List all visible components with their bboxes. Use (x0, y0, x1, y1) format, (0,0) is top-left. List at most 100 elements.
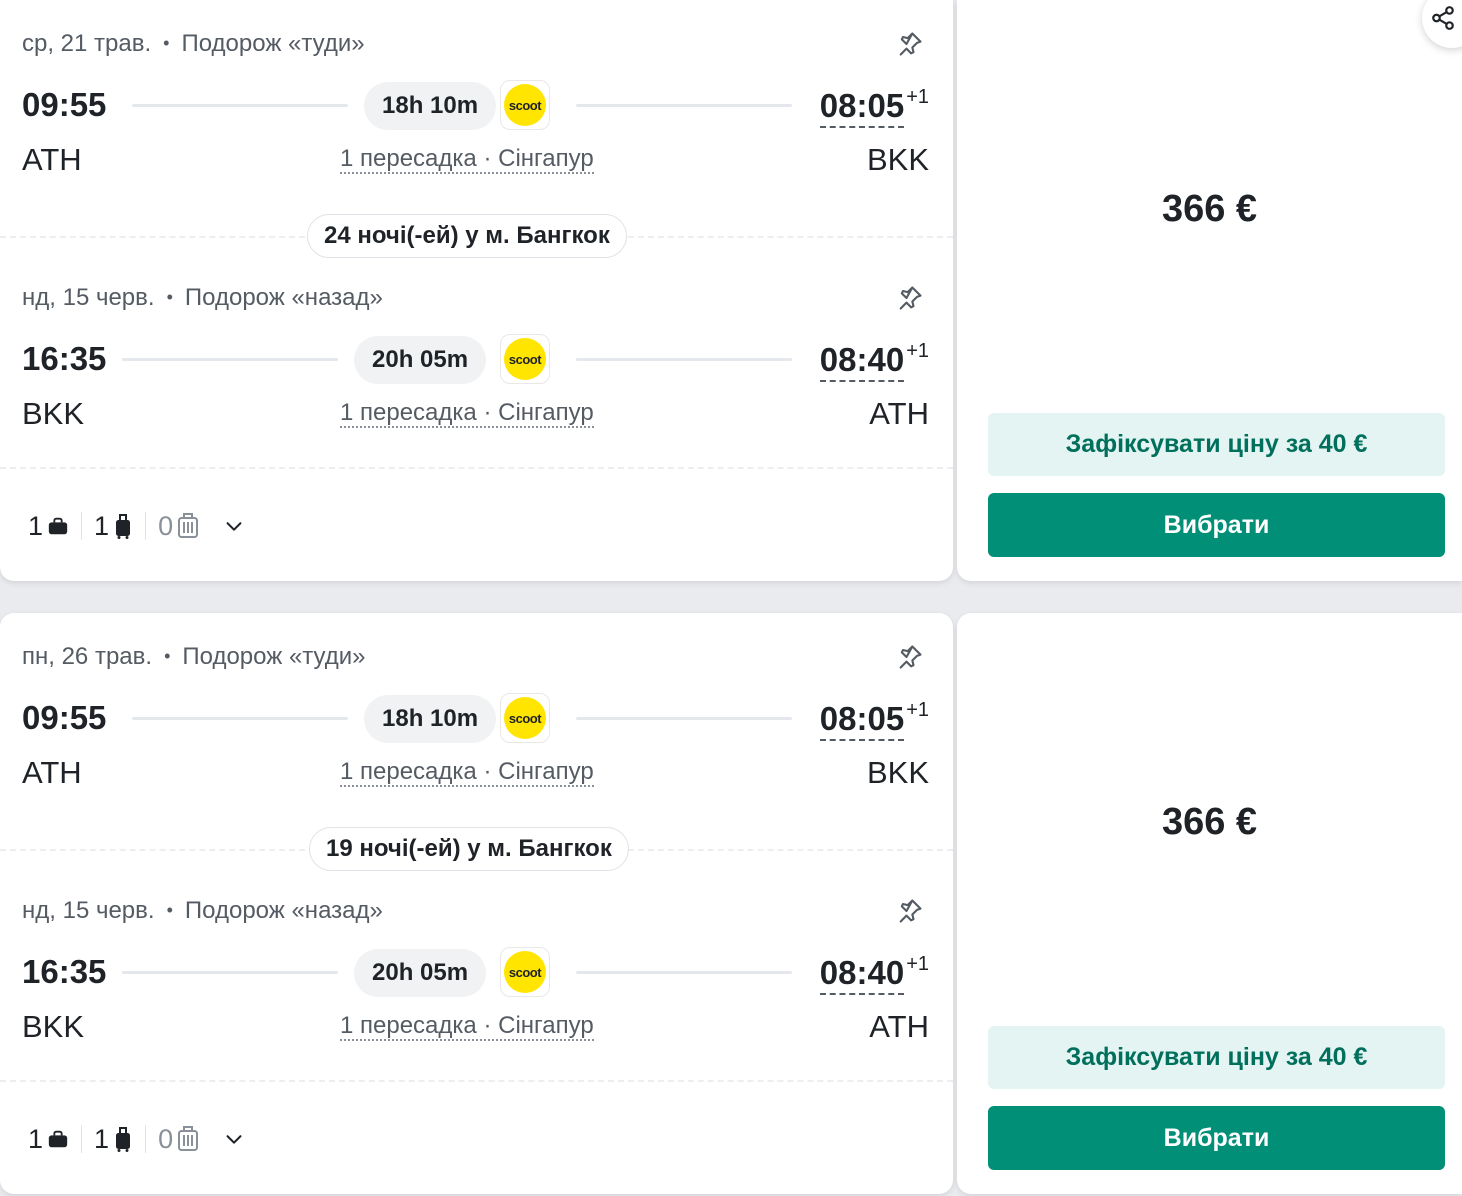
scoot-logo-icon: scoot (504, 338, 546, 380)
origin-code: ATH (22, 755, 82, 790)
separator-dot: • (164, 646, 171, 666)
stops-link[interactable]: 1 пересадка · Сінгапур (340, 1013, 594, 1041)
leg-date: нд, 15 черв. (22, 897, 155, 924)
result-card[interactable]: пн, 26 трав. • Подорож «туди» 09:55 18h 10… (0, 613, 1462, 1194)
personal-item: 1 (28, 511, 69, 542)
personal-bag-icon (48, 1130, 68, 1148)
route-line (132, 104, 348, 107)
day-offset: +1 (906, 699, 929, 721)
duration-pill: 20h 05m (354, 949, 487, 997)
separator (145, 512, 147, 540)
stops-link[interactable]: 1 пересадка · Сінгапур (340, 759, 594, 787)
bags-divider (0, 1080, 953, 1082)
leg-label: Подорож «назад» (184, 284, 383, 311)
airline-logo: scoot (500, 947, 550, 997)
itinerary-panel[interactable]: ср, 21 трав. • Подорож «туди» 09:55 18h 10… (0, 0, 953, 581)
stops-link[interactable]: 1 пересадка · Сінгапур (340, 146, 594, 174)
pin-icon[interactable] (896, 897, 924, 925)
separator-dot: • (166, 287, 173, 307)
cabin-bag-icon (116, 514, 131, 539)
airline-logo: scoot (500, 80, 550, 130)
result-card[interactable]: ср, 21 трав. • Подорож «туди» 09:55 18h 10… (0, 0, 1462, 581)
leg-label: Подорож «туди» (182, 643, 366, 670)
arrival-time[interactable]: 08:40 +1 (819, 340, 929, 382)
cabin-bag-count: 1 (94, 510, 110, 541)
arrival-time[interactable]: 08:05 +1 (819, 86, 929, 128)
checked-bag-icon (178, 513, 199, 538)
pin-icon[interactable] (896, 284, 924, 312)
scoot-logo-icon: scoot (504, 84, 546, 126)
baggage-summary[interactable]: 1 1 0 (28, 1121, 245, 1157)
origin-code: BKK (22, 396, 85, 431)
personal-item: 1 (28, 1124, 69, 1155)
nights-badge: 19 ночі(-ей) у м. Бангкок (309, 827, 629, 871)
origin-code: ATH (22, 142, 82, 177)
price-panel: 366 € Зафіксувати ціну за 40 € Вибрати (957, 613, 1462, 1194)
separator-dot: • (166, 900, 173, 920)
leg-date: пн, 26 трав. (22, 643, 153, 670)
inbound-leg: нд, 15 черв. • Подорож «назад» 16:35 20h 0… (0, 254, 953, 454)
chevron-down-icon[interactable] (223, 515, 245, 537)
departure-time: 09:55 (22, 699, 107, 736)
inbound-leg: нд, 15 черв. • Подорож «назад» 16:35 20h 0… (0, 867, 953, 1067)
destination-code: ATH (869, 396, 929, 431)
chevron-down-icon[interactable] (223, 1128, 245, 1150)
outbound-leg: ср, 21 трав. • Подорож «туди» 09:55 18h 10… (0, 0, 953, 200)
scoot-logo-icon: scoot (504, 697, 546, 739)
arrival-time-value: 08:40 (819, 341, 905, 382)
nights-badge: 24 ночі(-ей) у м. Бангкок (307, 214, 627, 258)
arrival-time[interactable]: 08:05 +1 (819, 699, 929, 741)
pin-icon[interactable] (896, 643, 924, 671)
departure-time: 16:35 (22, 340, 107, 377)
outbound-leg: пн, 26 трав. • Подорож «туди» 09:55 18h 10… (0, 613, 953, 813)
leg-label: Подорож «туди» (181, 30, 365, 57)
departure-time: 09:55 (22, 86, 107, 123)
baggage-summary[interactable]: 1 1 0 (28, 508, 245, 544)
route-line (122, 971, 338, 974)
checked-bag-count: 0 (158, 510, 174, 541)
origin-code: BKK (22, 1009, 85, 1044)
personal-item-count: 1 (28, 1123, 44, 1154)
leg-label: Подорож «назад» (184, 897, 383, 924)
select-button[interactable]: Вибрати (988, 493, 1445, 557)
destination-code: ATH (869, 1009, 929, 1044)
route-line (122, 358, 338, 361)
price: 366 € (1161, 801, 1258, 843)
day-offset: +1 (906, 953, 929, 975)
cabin-bag: 1 (94, 1124, 133, 1155)
cabin-bag-icon (116, 1127, 131, 1152)
cabin-bag: 1 (94, 511, 133, 542)
itinerary-panel[interactable]: пн, 26 трав. • Подорож «туди» 09:55 18h 10… (0, 613, 953, 1194)
arrival-time-value: 08:40 (819, 954, 905, 995)
price: 366 € (1161, 188, 1258, 230)
duration-pill: 18h 10m (364, 82, 497, 130)
route-line (576, 358, 792, 361)
lock-price-button[interactable]: Зафіксувати ціну за 40 € (988, 1026, 1445, 1089)
duration-pill: 20h 05m (354, 336, 487, 384)
separator (81, 512, 83, 540)
destination-code: BKK (866, 142, 929, 177)
day-offset: +1 (906, 340, 929, 362)
leg-meta: нд, 15 черв. • Подорож «назад» (22, 897, 383, 925)
pin-icon[interactable] (896, 30, 924, 58)
cabin-bag-count: 1 (94, 1123, 110, 1154)
duration-pill: 18h 10m (364, 695, 497, 743)
arrival-time-value: 08:05 (819, 87, 905, 128)
stops-link[interactable]: 1 пересадка · Сінгапур (340, 400, 594, 428)
route-line (132, 717, 348, 720)
checked-bag: 0 (158, 1124, 199, 1155)
scoot-logo-icon: scoot (504, 951, 546, 993)
separator (145, 1125, 147, 1153)
arrival-time[interactable]: 08:40 +1 (819, 953, 929, 995)
route-line (576, 971, 792, 974)
select-button[interactable]: Вибрати (988, 1106, 1445, 1170)
lock-price-button[interactable]: Зафіксувати ціну за 40 € (988, 413, 1445, 476)
route-line (576, 104, 792, 107)
separator-dot: • (163, 33, 170, 53)
checked-bag: 0 (158, 511, 199, 542)
price-panel: 366 € Зафіксувати ціну за 40 € Вибрати (957, 0, 1462, 581)
bags-divider (0, 467, 953, 469)
arrival-time-value: 08:05 (819, 700, 905, 741)
airline-logo: scoot (500, 334, 550, 384)
leg-meta: пн, 26 трав. • Подорож «туди» (22, 643, 366, 671)
